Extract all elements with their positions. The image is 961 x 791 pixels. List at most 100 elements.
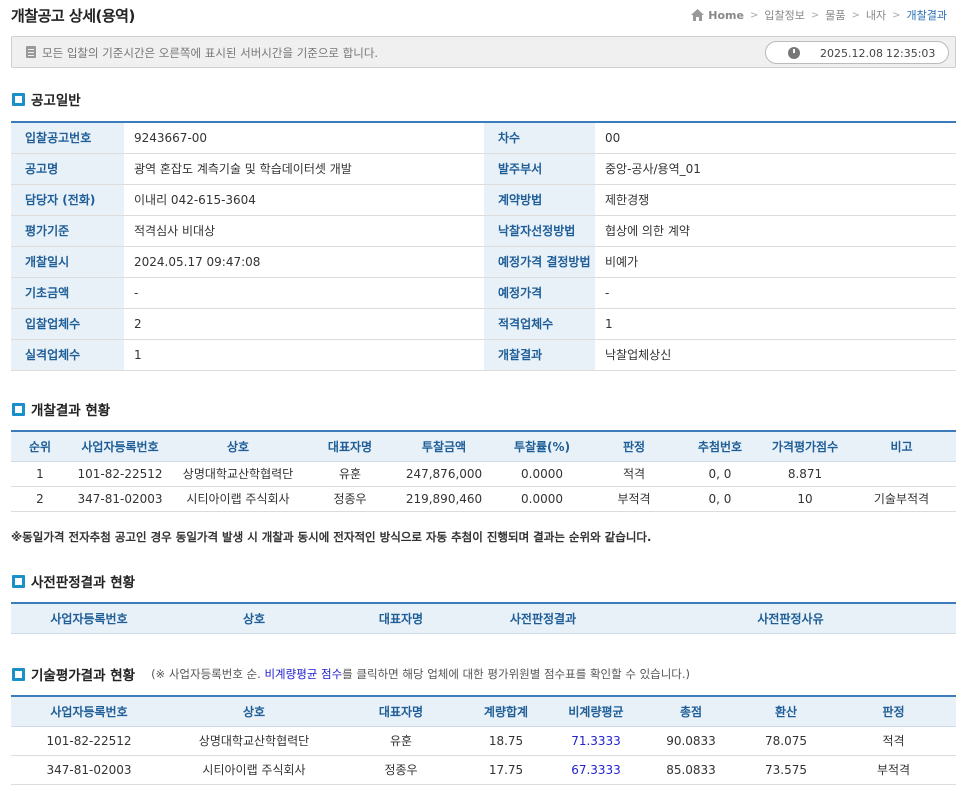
info-value: 1	[595, 308, 956, 340]
info-label: 계약방법	[484, 184, 595, 216]
column-header: 투찰률(%)	[493, 431, 591, 462]
table-cell: 73.575	[741, 755, 831, 785]
info-value: 2	[124, 308, 484, 340]
info-row: 개찰일시 2024.05.17 09:47:08 예정가격 결정방법 비예가	[11, 246, 956, 278]
info-label: 예정가격	[484, 277, 595, 309]
table-cell: 유훈	[341, 726, 461, 756]
breadcrumb-home[interactable]: Home	[708, 9, 744, 22]
column-header: 순위	[11, 431, 69, 462]
page-title: 개찰공고 상세(용역)	[11, 7, 135, 25]
nonmetric-score-link[interactable]: 67.3333	[551, 755, 641, 785]
nonmetric-score-link[interactable]: 71.3333	[551, 726, 641, 756]
table-cell: 부적격	[831, 755, 956, 785]
column-header: 대표자명	[341, 696, 461, 727]
table-cell: 17.75	[461, 755, 551, 785]
column-header: 사전판정결과	[461, 603, 625, 634]
square-bullet-icon	[12, 667, 25, 681]
info-label: 기초금액	[11, 277, 124, 309]
table-cell: 347-81-02003	[69, 486, 171, 512]
square-bullet-icon	[12, 402, 25, 416]
footnote: ※동일가격 전자추첨 공고인 경우 동일가격 발생 시 개찰과 동시에 전자적인…	[11, 530, 652, 544]
info-row: 입찰업체수 2 적격업체수 1	[11, 308, 956, 340]
prejudge-table: 사업자등록번호 상호 대표자명 사전판정결과 사전판정사유	[11, 602, 956, 634]
section-results-title: 개찰결과 현황	[12, 399, 110, 419]
info-row: 담당자 (전화) 이내리 042-615-3604 계약방법 제한경쟁	[11, 184, 956, 216]
table-cell: 적격	[831, 726, 956, 756]
info-value: 2024.05.17 09:47:08	[124, 246, 484, 278]
column-header: 상호	[171, 431, 305, 462]
column-header: 사업자등록번호	[11, 603, 167, 634]
info-label: 개찰일시	[11, 246, 124, 278]
chevron-right-icon: >	[749, 9, 759, 21]
section-prejudge-title: 사전판정결과 현황	[12, 571, 135, 591]
column-header: 판정	[831, 696, 956, 727]
table-cell	[847, 461, 956, 487]
home-icon[interactable]	[691, 9, 705, 21]
column-header: 투찰금액	[395, 431, 493, 462]
server-clock: 12:35:03	[886, 47, 936, 60]
info-value: 1	[124, 339, 484, 371]
table-cell: 10	[763, 486, 847, 512]
notice-bar: 모든 입찰의 기준시간은 오른쪽에 표시된 서버시간을 기준으로 합니다. 20…	[11, 36, 956, 68]
table-cell: 상명대학교산학협력단	[167, 726, 341, 756]
column-header: 계량합계	[461, 696, 551, 727]
table-cell: 유훈	[305, 461, 395, 487]
info-value: 00	[595, 122, 956, 154]
column-header: 총점	[641, 696, 741, 727]
info-row: 평가기준 적격심사 비대상 낙찰자선정방법 협상에 의한 계약	[11, 215, 956, 247]
breadcrumb: Home > 입찰정보 > 물품 > 내자 > 개찰결과	[691, 7, 947, 23]
section-general-title: 공고일반	[12, 89, 81, 109]
info-value: 비예가	[595, 246, 956, 278]
document-icon	[26, 46, 36, 58]
column-header: 사전판정사유	[625, 603, 956, 634]
info-value: 적격심사 비대상	[124, 215, 484, 247]
info-label: 낙찰자선정방법	[484, 215, 595, 247]
info-value: 광역 혼잡도 계측기술 및 학습데이터셋 개발	[124, 153, 484, 185]
info-label: 평가기준	[11, 215, 124, 247]
table-cell: 0.0000	[493, 486, 591, 512]
table-cell: 101-82-22512	[69, 461, 171, 487]
table-cell: 1	[11, 461, 69, 487]
table-cell: 247,876,000	[395, 461, 493, 487]
column-header: 환산	[741, 696, 831, 727]
chevron-right-icon: >	[851, 9, 860, 21]
info-value: 중앙-공사/용역_01	[595, 153, 956, 185]
column-header: 가격평가점수	[763, 431, 847, 462]
info-label: 차수	[484, 122, 595, 154]
chevron-right-icon: >	[892, 9, 901, 21]
table-row: 2 347-81-02003 시티아이랩 주식회사 정종우 219,890,460 0.0…	[11, 486, 956, 512]
column-header: 대표자명	[341, 603, 461, 634]
square-bullet-icon	[12, 92, 25, 106]
table-cell: 정종우	[341, 755, 461, 785]
breadcrumb-domestic[interactable]: 내자	[866, 7, 886, 23]
table-cell: 시티아이랩 주식회사	[171, 486, 305, 512]
info-value: 협상에 의한 계약	[595, 215, 956, 247]
table-cell: 0.0000	[493, 461, 591, 487]
column-header: 사업자등록번호	[69, 431, 171, 462]
breadcrumb-goods[interactable]: 물품	[825, 7, 845, 23]
info-label: 공고명	[11, 153, 124, 185]
info-label: 담당자 (전화)	[11, 184, 124, 216]
notice-text: 모든 입찰의 기준시간은 오른쪽에 표시된 서버시간을 기준으로 합니다.	[42, 46, 379, 60]
table-cell: 219,890,460	[395, 486, 493, 512]
table-cell: 78.075	[741, 726, 831, 756]
breadcrumb-bid-info[interactable]: 입찰정보	[764, 7, 804, 23]
table-cell: 101-82-22512	[11, 726, 167, 756]
info-row: 공고명 광역 혼잡도 계측기술 및 학습데이터셋 개발 발주부서 중앙-공사/용역_0…	[11, 153, 956, 185]
table-cell: 347-81-02003	[11, 755, 167, 785]
info-label: 발주부서	[484, 153, 595, 185]
table-cell: 기술부적격	[847, 486, 956, 512]
info-label: 실격업체수	[11, 339, 124, 371]
column-header: 추첨번호	[677, 431, 763, 462]
table-cell: 8.871	[763, 461, 847, 487]
table-row: 347-81-02003 시티아이랩 주식회사 정종우 17.75 67.3333 85.…	[11, 755, 956, 785]
table-row: 101-82-22512 상명대학교산학협력단 유훈 18.75 71.3333 90.0…	[11, 726, 956, 756]
table-cell: 90.0833	[641, 726, 741, 756]
info-row: 실격업체수 1 개찰결과 낙찰업체상신	[11, 339, 956, 371]
column-header: 상호	[167, 603, 341, 634]
server-date: 2025.12.08	[820, 47, 883, 60]
server-time: 2025.12.08 12:35:03	[765, 41, 949, 64]
breadcrumb-current[interactable]: 개찰결과	[907, 7, 947, 23]
info-label: 입찰공고번호	[11, 122, 124, 154]
column-header: 대표자명	[305, 431, 395, 462]
